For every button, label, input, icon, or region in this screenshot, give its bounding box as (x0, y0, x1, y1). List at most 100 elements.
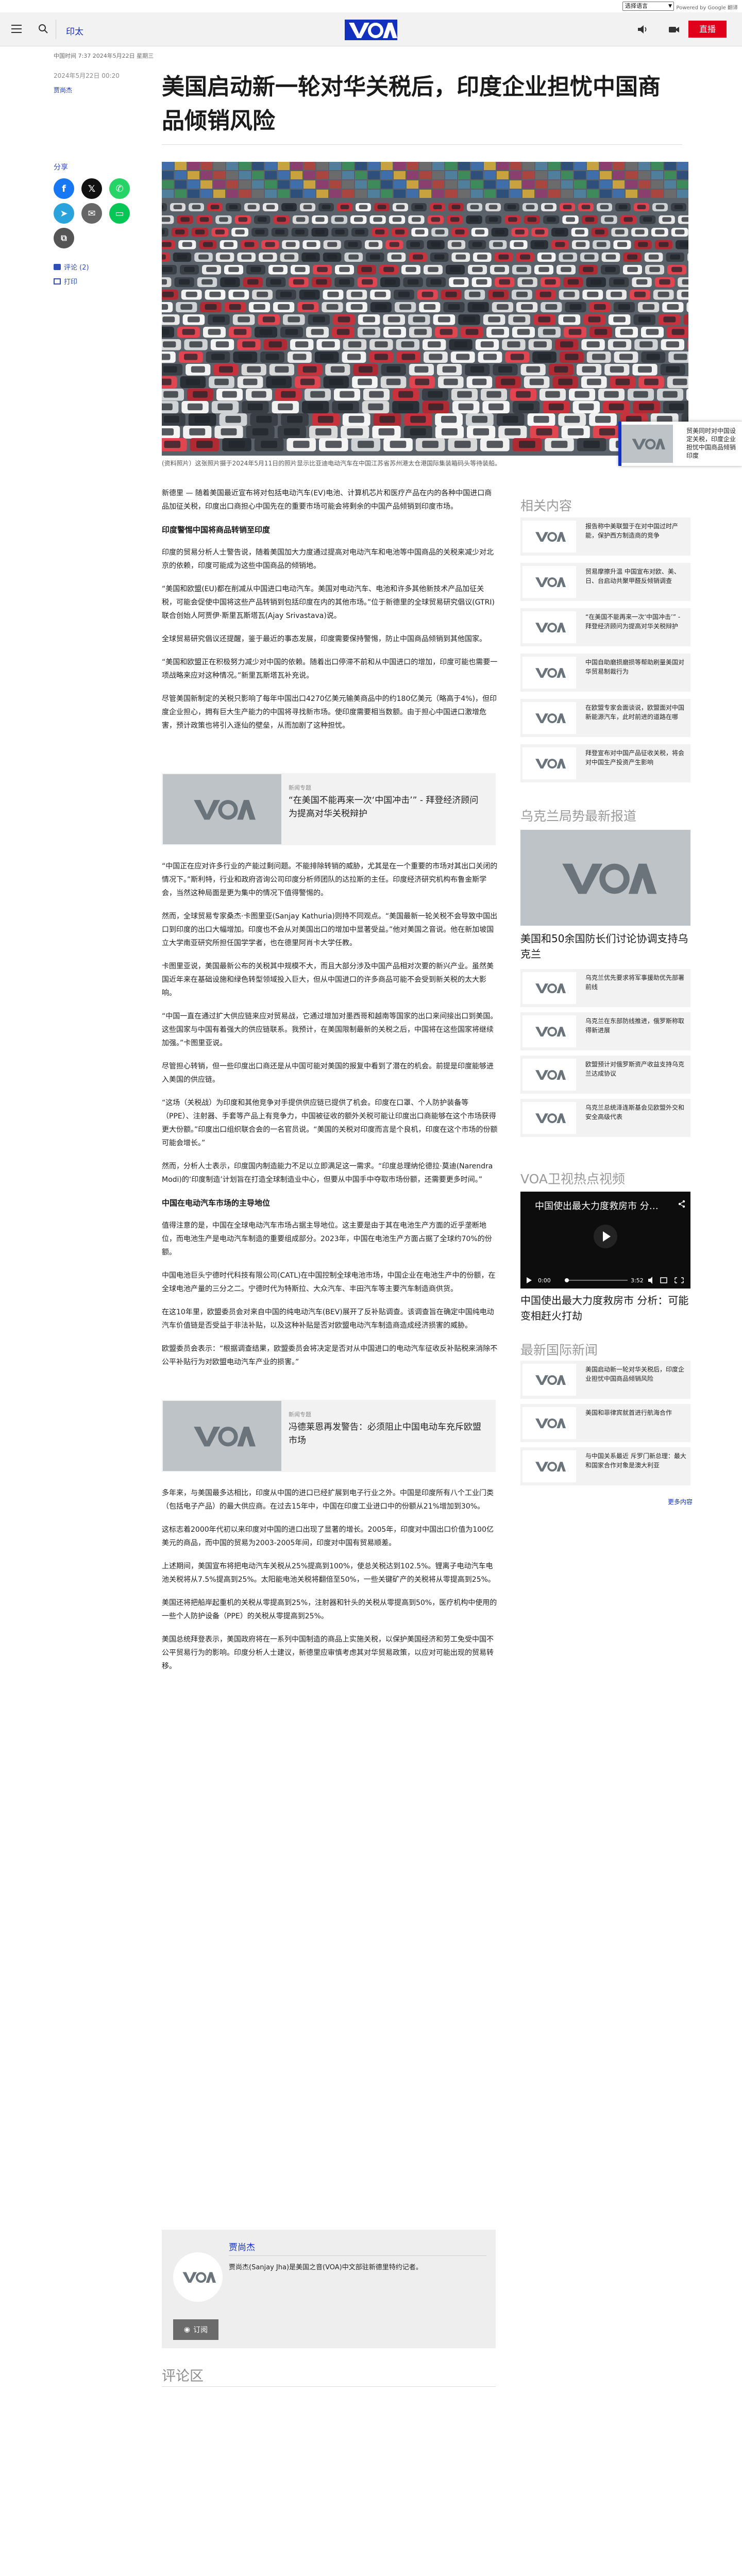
x-icon: 𝕏 (88, 183, 96, 194)
subscribe-label: 订阅 (193, 2326, 208, 2334)
email-share-button[interactable]: ✉ (81, 203, 102, 224)
floating-thumbnail (621, 425, 673, 463)
print-link[interactable]: 打印 (54, 276, 77, 286)
article-paragraph: 新德里 — 随着美国最近宣布将对包括电动汽车(EV)电池、计算机芯片和医疗产品在… (162, 489, 492, 511)
floating-story-card[interactable]: 贸美同时对中国设定关税，印度企业担忧中国商品倾销印度 (618, 422, 742, 466)
article-paragraph: 美国总统拜登表示，美国政府将在一系列中国制造的商品上实施关税，以保护美国经济和劳… (162, 1635, 494, 1670)
audio-icon[interactable] (637, 24, 648, 35)
control-play-icon[interactable] (527, 1277, 532, 1283)
article-paragraph: 值得注意的是，中国在全球电动汽车市场占据主导地位。这主要是由于其在电池生产方面的… (162, 1222, 492, 1257)
sidebar-story-item[interactable]: 拜登宣布对中国产品征收关税，将会对中国生产投资产生影响 (520, 744, 690, 782)
sidebar-story-thumbnail (522, 1015, 576, 1047)
video-current-time: 0:00 (538, 1277, 551, 1284)
article-paragraph: “中国一直在通过扩大供应链来应对贸易战，它通过增加对墨西哥和越南等国家的出口来间… (162, 1012, 498, 1047)
translate-bar: 选择语言 ▼ Powered by Google 翻译 (0, 0, 742, 12)
related-kicker: 新闻专题 (289, 1411, 311, 1418)
rss-icon: ◉ (183, 2326, 191, 2334)
article-paragraph: 然而，分析人士表示，印度国内制造能力不足以立即满足这一需求。“印度总理纳伦德拉·… (162, 1162, 493, 1184)
copy-icon: ⧉ (61, 233, 67, 243)
menu-icon[interactable] (11, 25, 22, 33)
sidebar-story-thumbnail (522, 1407, 576, 1439)
article-paragraph: “中国正在应对许多行业的产能过剩问题。不能排除转销的威胁，尤其是在一个重要的市场… (162, 862, 498, 897)
volume-icon[interactable] (648, 1277, 652, 1284)
sidebar-story-title: 欧盟预计对俄罗斯资产收益支持乌克兰达成协议 (585, 1061, 685, 1077)
sidebar-story-item[interactable]: 乌克兰优先要求将军事援助优先部署前线 (520, 969, 690, 1007)
photo-caption: (资料照片）这张照片摄于2024年5月11日的照片显示比亚迪电动汽车在中国江苏省… (162, 460, 501, 467)
author-avatar (173, 2252, 223, 2302)
whatsapp-icon: ✆ (115, 183, 124, 194)
sidebar-story-item[interactable]: 与中国关系最近 斥罗门新总理：最大和国家合作对象是澳大利亚 (520, 1447, 690, 1485)
sidebar-ukraine-heading[interactable]: 乌克兰局势最新报道 (520, 806, 636, 825)
progress-handle[interactable] (565, 1278, 569, 1282)
article-body-continued: “中国正在应对许多行业的产能过剩问题。不能排除转销的威胁，尤其是在一个重要的市场… (162, 860, 498, 1379)
related-story-card[interactable]: 新闻专题 冯德莱恩再发警告：必须阻止中国电动车充斥欧盟市场 (162, 1400, 496, 1472)
sidebar-story-item[interactable]: 报告称中美联盟于在对中国过时产能，保护西方制造商的竞争 (520, 517, 690, 556)
sidebar-video-heading[interactable]: VOA卫视热点视频 (520, 1169, 625, 1187)
sidebar-story-thumbnail (522, 1364, 576, 1396)
facebook-share-button[interactable]: f (54, 178, 74, 199)
video-camera-icon[interactable] (668, 24, 680, 35)
google-translate-credit[interactable]: Powered by Google 翻译 (676, 3, 738, 11)
related-story-card[interactable]: 新闻专题 “在美国不能再来一次‘中国冲击’” - 拜登经济顾问为提高对华关税辩护 (162, 773, 496, 845)
chevron-down-icon: ▼ (668, 4, 672, 9)
sidebar-story-item[interactable]: “在美国不能再来一次‘中国冲击’” - 拜登经济顾问为提高对华关税辩护 (520, 608, 690, 646)
voa-logo-mark (349, 23, 397, 38)
line-share-button[interactable]: ▭ (109, 203, 130, 224)
play-button[interactable] (594, 1225, 617, 1248)
sidebar-story-item[interactable]: 贸易摩擦升温 中国宣布对欧、美、日、台启动共聚甲醛反倾销调查 (520, 563, 690, 601)
sidebar-story-title: 在欧盟专家会面谈说，欧盟面对中国新能源汽车，此时前进的道路在哪 (585, 704, 685, 721)
video-player[interactable]: 中国使出最大力度救房市 分… 0:00 3:52 (520, 1192, 690, 1289)
fullscreen-icon[interactable] (674, 1277, 684, 1283)
article-paragraph: 在这10年里，欧盟委员会对来自中国的纯电动汽车(BEV)展开了反补贴调查。该调查… (162, 1308, 494, 1330)
ukraine-lead-title[interactable]: 美国和50余国防长们讨论协调支持乌克兰 (520, 931, 690, 962)
more-link[interactable]: 更多内容 (668, 1497, 693, 1506)
comment-icon (54, 264, 61, 270)
sidebar-story-item[interactable]: 乌克兰总统泽连斯基会见欧盟外交和安全高级代表 (520, 1099, 690, 1137)
comments-link[interactable]: 评论 (2) (54, 262, 89, 272)
sidebar-intl-heading: 最新国际新闻 (520, 1343, 598, 1358)
author-link[interactable]: 贾尚杰 (54, 86, 72, 94)
voa-placeholder-logo (182, 2272, 216, 2283)
copy-link-button[interactable]: ⧉ (54, 228, 74, 248)
article-title: 美国启动新一轮对华关税后，印度企业担忧中国商品倾销风险 (162, 74, 661, 134)
video-caption[interactable]: 中国使出最大力度救房市 分析：可能变相赶火打劫 (520, 1293, 690, 1324)
print-link-label: 打印 (64, 278, 78, 286)
article-paragraph: 多年来，与美国最多达相比，印度从中国的进口已经扩展到电子行业之外。中国是印度所有… (162, 1489, 494, 1511)
video-duration: 3:52 (631, 1277, 644, 1284)
x-share-button[interactable]: 𝕏 (81, 178, 102, 199)
subscribe-button[interactable]: ◉ 订阅 (173, 2319, 218, 2340)
sidebar-story-item[interactable]: 乌克兰在东部防线推进，俄罗斯称取得新进展 (520, 1012, 690, 1050)
captions-icon[interactable] (660, 1277, 667, 1283)
search-icon[interactable] (38, 24, 48, 34)
sidebar-story-title: 乌克兰在东部防线推进，俄罗斯称取得新进展 (585, 1017, 685, 1034)
sidebar-story-item[interactable]: 中国自助磨损磨损等帮助刷量美国对华贸易制裁行为 (520, 654, 690, 692)
author-bio: 贾尚杰(Sanjay Jha)是美国之音(VOA)中文部驻新德里特约记者。 (229, 2264, 423, 2271)
hero-photo (162, 162, 688, 456)
sidebar-story-item[interactable]: 在欧盟专家会面谈说，欧盟面对中国新能源汽车，此时前进的道路在哪 (520, 699, 690, 737)
share-icon[interactable] (678, 1200, 685, 1208)
related-title[interactable]: 冯德莱恩再发警告：必须阻止中国电动车充斥欧盟市场 (289, 1420, 484, 1447)
author-name[interactable]: 贾尚杰 (229, 2240, 255, 2253)
sidebar-story-item[interactable]: 美国启动新一轮对华关税后，印度企业担忧中国商品倾销风险 (520, 1361, 690, 1399)
sidebar-story-item[interactable]: 美国和菲律宾就首进行航海合作 (520, 1404, 690, 1442)
article-paragraph: 卡图里亚说，美国最新公布的关税其中规模不大，而且大部分涉及中国产品相对次要的新兴… (162, 962, 494, 997)
related-thumbnail (163, 774, 281, 844)
progress-track[interactable] (566, 1280, 628, 1281)
article-paragraph: 然而，全球贸易专家桑杰·卡图里亚(Sanjay Kathuria)则持不同观点。… (162, 912, 498, 947)
section-link[interactable]: 印太 (66, 24, 83, 37)
voa-logo[interactable] (345, 20, 397, 40)
live-button[interactable]: 直播 (688, 21, 727, 38)
printer-icon (54, 278, 61, 285)
breadcrumb: 中国时间 7:37 2024年5月22日 星期三 (54, 53, 154, 59)
comments-heading: 评论区 (162, 2368, 204, 2384)
related-title[interactable]: “在美国不能再来一次‘中国冲击’” - 拜登经济顾问为提高对华关税辩护 (289, 794, 484, 821)
sidebar-story-thumbnail (522, 657, 576, 689)
telegram-share-button[interactable]: ➤ (54, 203, 74, 224)
whatsapp-share-button[interactable]: ✆ (109, 178, 130, 199)
sidebar-story-title: 与中国关系最近 斥罗门新总理：最大和国家合作对象是澳大利亚 (585, 1452, 686, 1469)
sidebar-story-item[interactable]: 欧盟预计对俄罗斯资产收益支持乌克兰达成协议 (520, 1056, 690, 1094)
sidebar-story-thumbnail (522, 611, 576, 643)
sidebar-story-thumbnail (522, 747, 576, 779)
language-select[interactable]: 选择语言 ▼ (622, 2, 674, 11)
ukraine-lead-image[interactable] (520, 830, 690, 926)
